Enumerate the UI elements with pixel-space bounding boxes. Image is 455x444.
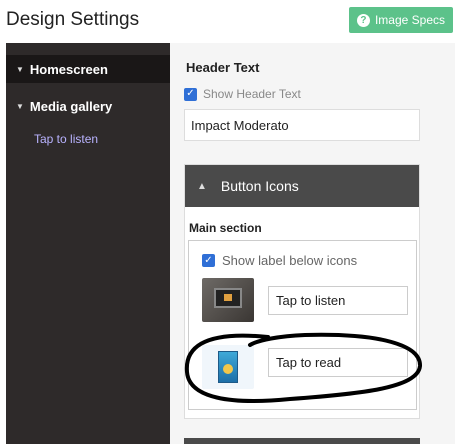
sidebar-item-label: Homescreen — [29, 61, 108, 77]
laptop-thumbnail[interactable] — [202, 278, 254, 322]
show-label-text: Show label below icons — [222, 253, 358, 268]
show-header-text-option[interactable]: ✓ Show Header Text — [184, 87, 301, 101]
sidebar-item-label: Media gallery — [29, 98, 113, 114]
next-panel-header[interactable] — [184, 438, 420, 444]
sidebar: ▼ Homescreen ▼ Media gallery Tap to list… — [6, 43, 170, 444]
book-thumbnail[interactable] — [202, 345, 254, 389]
show-header-label: Show Header Text — [203, 87, 301, 101]
main-section-box: ✓ Show label below icons Tap to listen T… — [188, 240, 417, 410]
show-label-option[interactable]: ✓ Show label below icons — [202, 253, 357, 268]
button-icons-panel: ▲ Button Icons Main section ✓ Show label… — [184, 164, 420, 419]
main-section-title: Main section — [189, 221, 262, 235]
page-title: Design Settings — [6, 9, 140, 30]
button-icons-header[interactable]: ▲ Button Icons — [185, 165, 419, 207]
show-header-checkbox[interactable]: ✓ — [184, 87, 197, 101]
caret-down-icon: ▼ — [16, 64, 24, 74]
sidebar-item-media-gallery[interactable]: ▼ Media gallery — [6, 95, 170, 117]
sidebar-subitem-tap-to-listen[interactable]: Tap to listen — [34, 132, 98, 146]
button-icons-title: Button Icons — [220, 178, 299, 194]
image-specs-button[interactable]: ? Image Specs — [349, 7, 453, 33]
collapse-triangle-icon: ▲ — [197, 180, 207, 192]
image-specs-label: Image Specs — [374, 13, 446, 27]
header-text-input[interactable]: Impact Moderato — [184, 109, 420, 141]
caret-down-icon: ▼ — [16, 101, 24, 111]
show-label-checkbox[interactable]: ✓ — [202, 254, 215, 267]
button-label-input[interactable]: Tap to read — [268, 348, 408, 377]
main-panel: Header Text ✓ Show Header Text Impact Mo… — [170, 43, 455, 444]
question-circle-icon: ? — [356, 13, 370, 27]
button-label-input[interactable]: Tap to listen — [268, 286, 408, 315]
sidebar-item-homescreen[interactable]: ▼ Homescreen — [6, 55, 170, 83]
header-text-title: Header Text — [186, 60, 260, 75]
